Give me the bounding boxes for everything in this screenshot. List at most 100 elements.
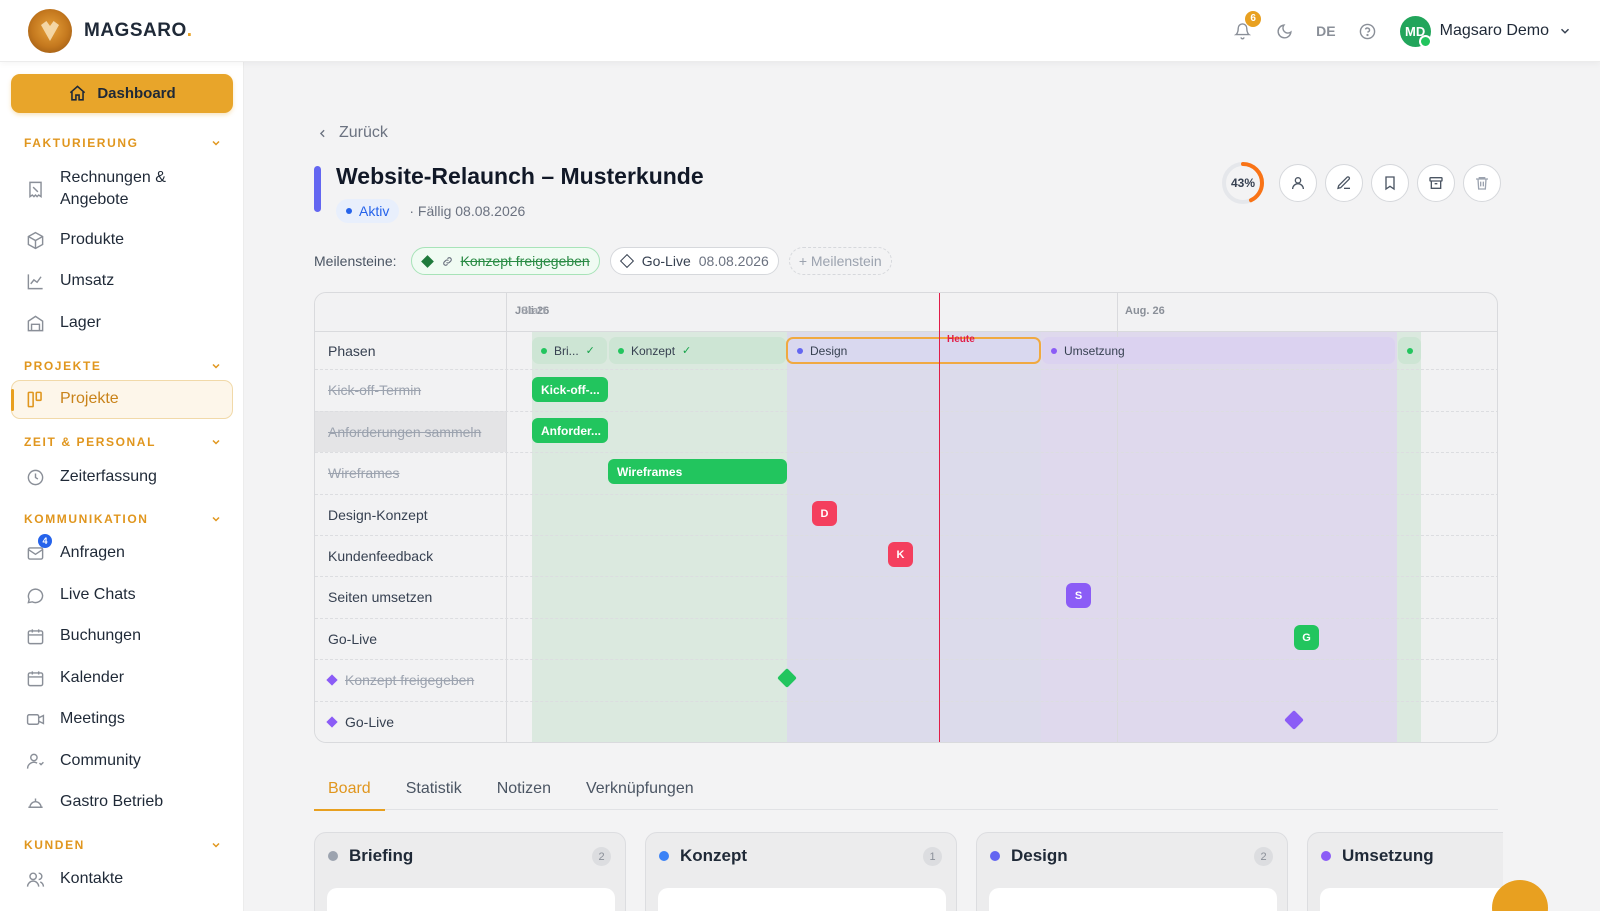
sidebar-item-buchungen[interactable]: Buchungen: [24, 625, 224, 647]
phase-column-umsetzung: [1041, 332, 1397, 742]
brand-logo[interactable]: MAGSARO.: [28, 9, 193, 53]
tab-board[interactable]: Board: [314, 775, 385, 811]
status-row: Aktiv · Fällig 08.08.2026: [336, 199, 525, 223]
task-marker-kundenfeedback[interactable]: K: [888, 542, 913, 567]
board-column-umsetzung: Umsetzung: [1307, 832, 1503, 911]
phase-bar-umsetzung[interactable]: Umsetzung: [1042, 337, 1395, 364]
dashboard-button[interactable]: Dashboard: [11, 74, 233, 113]
row-label-task[interactable]: Seiten umsetzen: [328, 576, 432, 617]
sidebar-item-zeiterfassung[interactable]: Zeiterfassung: [24, 466, 224, 488]
notifications-button[interactable]: 6: [1232, 11, 1262, 41]
members-button[interactable]: [1279, 164, 1317, 202]
board-card[interactable]: [1320, 888, 1503, 911]
add-milestone-button[interactable]: + Meilenstein: [788, 247, 892, 275]
board-column-konzept: Konzept 1: [645, 832, 957, 911]
user-menu[interactable]: MD Magsaro Demo: [1399, 15, 1572, 48]
diamond-filled-icon: [420, 254, 434, 268]
sidebar-item-label: Meetings: [60, 710, 125, 727]
status-badge[interactable]: Aktiv: [336, 199, 400, 223]
sidebar-item-gastro[interactable]: Gastro Betrieb: [24, 791, 224, 813]
row-divider: [315, 411, 1497, 412]
sidebar-item-produkte[interactable]: Produkte: [24, 229, 224, 251]
progress-label: 43%: [1230, 176, 1256, 190]
phase-dot: [797, 347, 803, 354]
box-icon: [24, 229, 46, 251]
cloche-icon: [24, 791, 46, 813]
archive-button[interactable]: [1417, 164, 1455, 202]
phase-bar-briefing[interactable]: Bri... ✓: [532, 337, 607, 364]
sidebar-item-lager[interactable]: Lager: [24, 312, 224, 334]
phase-bar-konzept[interactable]: Konzept ✓: [609, 337, 786, 364]
back-link[interactable]: Zurück: [316, 124, 388, 142]
column-count: 2: [592, 847, 611, 866]
column-title: Konzept: [680, 846, 748, 865]
sidebar-item-meetings[interactable]: Meetings: [24, 708, 224, 730]
sidebar-item-kontakte[interactable]: Kontakte: [24, 868, 224, 890]
sidebar-item-projekte[interactable]: Projekte: [24, 388, 224, 410]
tab-notizen[interactable]: Notizen: [483, 775, 565, 810]
board-card[interactable]: [327, 888, 615, 911]
row-label-task[interactable]: Go-Live: [328, 618, 377, 659]
tab-verknuepfungen[interactable]: Verknüpfungen: [572, 775, 708, 810]
row-label-task[interactable]: Kundenfeedback: [328, 535, 433, 576]
phase-label: Design: [810, 343, 848, 358]
phase-bar-design[interactable]: Design: [786, 337, 1041, 364]
section-kommunikation[interactable]: KOMMUNIKATION: [24, 512, 222, 526]
board-card[interactable]: [989, 888, 1277, 911]
today-line: [939, 293, 940, 742]
row-label-task[interactable]: Wireframes: [328, 452, 400, 493]
sidebar-item-kalender[interactable]: Kalender: [24, 667, 224, 689]
row-label-milestone[interactable]: Go-Live: [326, 701, 394, 742]
row-label-milestone[interactable]: Konzept freigegeben: [326, 659, 474, 700]
section-kunden[interactable]: KUNDEN: [24, 838, 222, 852]
row-label-task[interactable]: Design-Konzept: [328, 494, 428, 535]
sidebar-item-live-chats[interactable]: Live Chats: [24, 584, 224, 606]
board-card[interactable]: [658, 888, 946, 911]
top-bar: MAGSARO. 6 DE MD Magsaro Demo: [0, 0, 1600, 62]
gantt-chart: Juli 26 Start Aug. 26 Phasen Kick-off-Te…: [314, 292, 1498, 743]
section-fakturierung[interactable]: FAKTURIERUNG: [24, 136, 222, 150]
task-marker-seiten[interactable]: S: [1066, 583, 1091, 608]
row-label-task[interactable]: Anforderungen sammeln: [328, 411, 481, 452]
milestone-chip-open[interactable]: Go-Live 08.08.2026: [609, 247, 779, 275]
column-color-dot: [659, 851, 669, 861]
phase-column-konzept: [608, 332, 787, 742]
clock-icon: [24, 466, 46, 488]
task-marker-golive[interactable]: G: [1294, 625, 1319, 650]
gantt-header-divider: [315, 331, 1497, 332]
task-marker-design-konzept[interactable]: D: [812, 501, 837, 526]
edit-button[interactable]: [1325, 164, 1363, 202]
gantt-label-divider: [506, 293, 507, 742]
video-icon: [24, 708, 46, 730]
sidebar-item-label: Produkte: [60, 231, 125, 248]
milestones-row: Meilensteine: Konzept freigegeben Go-Liv…: [314, 247, 892, 275]
section-zeit[interactable]: ZEIT & PERSONAL: [24, 435, 222, 449]
task-bar-kickoff[interactable]: Kick-off-...: [532, 377, 608, 402]
sidebar-item-rechnungen[interactable]: Rechnungen & Angebote: [24, 167, 224, 211]
phase-bar-golive[interactable]: [1398, 337, 1421, 364]
row-divider: [315, 701, 1497, 702]
row-label-task[interactable]: Kick-off-Termin: [328, 369, 421, 410]
language-switch[interactable]: DE: [1316, 23, 1335, 39]
section-projekte[interactable]: PROJEKTE: [24, 359, 222, 373]
row-divider: [315, 369, 1497, 370]
sidebar-item-label: Angebote: [60, 191, 129, 208]
community-icon: [24, 750, 46, 772]
chevron-down-icon: [212, 140, 220, 146]
back-label: Zurück: [339, 124, 388, 141]
sidebar-item-community[interactable]: Community: [24, 750, 224, 772]
sidebar-item-umsatz[interactable]: Umsatz: [24, 270, 224, 292]
kanban-icon: [24, 388, 46, 410]
delete-button[interactable]: [1463, 164, 1501, 202]
tab-statistik[interactable]: Statistik: [392, 775, 476, 810]
sidebar-item-anfragen[interactable]: 4 Anfragen: [24, 534, 224, 564]
task-bar-anforderungen[interactable]: Anforder...: [532, 418, 608, 443]
bookmark-button[interactable]: [1371, 164, 1409, 202]
wolf-logo-icon: [28, 9, 72, 53]
help-button[interactable]: [1358, 21, 1378, 41]
row-divider: [315, 576, 1497, 577]
dark-mode-toggle[interactable]: [1274, 21, 1294, 41]
milestone-chip-done[interactable]: Konzept freigegeben: [410, 247, 600, 275]
users-icon: [1292, 177, 1304, 190]
task-bar-wireframes[interactable]: Wireframes: [608, 459, 787, 484]
